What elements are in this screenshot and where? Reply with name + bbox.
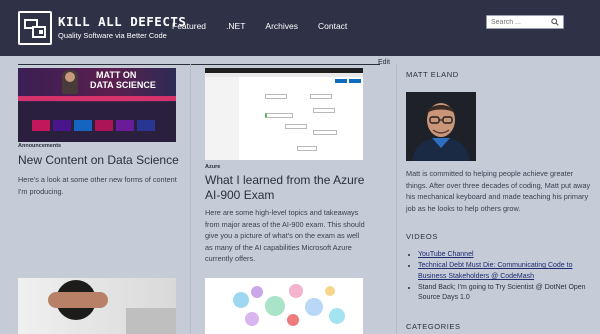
nav-archives[interactable]: Archives xyxy=(265,21,298,31)
sidebar-divider xyxy=(396,64,397,334)
list-item: Stand Back; I'm going to Try Scientist @… xyxy=(418,283,594,304)
post-thumbnail-data-science[interactable]: MATT ON DATA SCIENCE xyxy=(18,68,176,142)
author-bio: Matt is committed to helping people achi… xyxy=(406,169,591,213)
post-thumbnail-stress[interactable] xyxy=(18,278,176,334)
thumbnail-title-line1: MATT ON xyxy=(96,70,137,80)
search-box xyxy=(486,15,564,29)
video-list: YouTube Channel Technical Debt Must Die:… xyxy=(418,250,594,304)
site-title[interactable]: KILL ALL DEFECTS xyxy=(58,14,186,29)
post-thumbnail-bubble-chart[interactable] xyxy=(205,278,363,334)
kad-logo-icon[interactable] xyxy=(18,11,52,45)
video-link-technical-debt[interactable]: Technical Debt Must Die: Communicating C… xyxy=(418,262,572,280)
main-nav: Featured .NET Archives Contact xyxy=(172,21,367,31)
post-excerpt: Here's a look at some other new forms of… xyxy=(18,175,177,196)
post-excerpt: Here are some high-level topics and take… xyxy=(205,208,365,263)
search-input[interactable] xyxy=(491,16,549,28)
sidebar-heading-videos: VIDEOS xyxy=(406,232,438,241)
list-item: Technical Debt Must Die: Communicating C… xyxy=(418,261,594,282)
site-header: KILL ALL DEFECTS Quality Software via Be… xyxy=(0,0,600,56)
video-link-youtube[interactable]: YouTube Channel xyxy=(418,251,474,258)
site-tagline: Quality Software via Better Code xyxy=(58,31,167,40)
nav-dotnet[interactable]: .NET xyxy=(226,21,245,31)
column-divider xyxy=(190,64,191,334)
post-title[interactable]: What I learned from the Azure AI-900 Exa… xyxy=(205,173,365,203)
nav-featured[interactable]: Featured xyxy=(172,21,206,31)
post-category[interactable]: Azure xyxy=(205,164,220,170)
thumbnail-title-line2: DATA SCIENCE xyxy=(90,80,156,90)
list-item: YouTube Channel xyxy=(418,250,594,261)
edit-link[interactable]: Edit xyxy=(378,59,390,66)
post-thumbnail-azure[interactable] xyxy=(205,68,363,160)
sidebar-heading-about: MATT ELAND xyxy=(406,70,459,79)
post-category[interactable]: Announcements xyxy=(18,143,61,149)
edit-divider xyxy=(18,64,380,65)
search-icon[interactable] xyxy=(551,18,559,26)
nav-contact[interactable]: Contact xyxy=(318,21,347,31)
sidebar-heading-categories: CATEGORIES xyxy=(406,322,461,331)
post-title[interactable]: New Content on Data Science xyxy=(18,153,188,168)
video-thumbnail-row xyxy=(32,120,155,131)
video-item-stand-back: Stand Back; I'm going to Try Scientist @… xyxy=(418,283,586,302)
author-photo xyxy=(406,92,476,161)
